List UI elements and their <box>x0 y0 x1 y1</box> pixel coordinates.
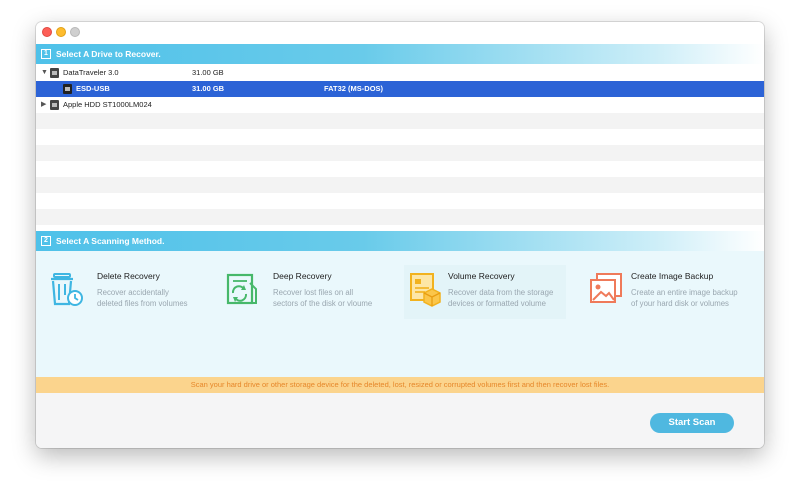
description-line: Create an entire image backup <box>631 288 738 297</box>
method-section-title: Select A Scanning Method. <box>56 236 165 246</box>
deep-recovery-option[interactable]: Deep Recovery Recover lost files on all … <box>220 265 390 319</box>
volume-box-icon <box>410 273 441 307</box>
volume-recovery-title: Volume Recovery <box>448 271 515 281</box>
drive-row-apple-hdd[interactable]: ▶ Apple HDD ST1000LM024 <box>36 97 764 113</box>
delete-recovery-option[interactable]: Delete Recovery Recover accidentally del… <box>42 265 212 319</box>
maximize-window-button[interactable] <box>70 27 80 37</box>
title-bar <box>36 22 764 42</box>
empty-row <box>36 193 764 209</box>
volume-size: 31.00 GB <box>192 84 225 93</box>
empty-row <box>36 113 764 129</box>
drive-row-esd-usb[interactable]: ESD-USB 31.00 GB FAT32 (MS-DOS) <box>36 81 764 97</box>
deep-recovery-description: Recover lost files on all sectors of the… <box>273 287 372 309</box>
start-scan-button[interactable]: Start Scan <box>650 413 734 433</box>
drive-row-datatraveler[interactable]: ▼ DataTraveler 3.0 31.00 GB <box>36 65 764 81</box>
empty-row <box>36 177 764 193</box>
footer-bar: Start Scan <box>36 393 764 448</box>
close-window-button[interactable] <box>42 27 52 37</box>
scan-notice-banner: Scan your hard drive or other storage de… <box>36 377 764 393</box>
create-image-backup-description: Create an entire image backup of your ha… <box>631 287 738 309</box>
volume-name: ESD-USB <box>76 84 110 93</box>
empty-row <box>36 209 764 225</box>
description-line: Recover data from the storage <box>448 288 554 297</box>
description-line: sectors of the disk or vloume <box>273 299 373 308</box>
create-image-backup-option[interactable]: Create Image Backup Create an entire ima… <box>584 265 760 319</box>
description-line: Recover accidentally <box>97 288 169 297</box>
drive-size: 31.00 GB <box>192 68 224 77</box>
description-line: deleted files from volumes <box>97 299 188 308</box>
volume-filesystem: FAT32 (MS-DOS) <box>324 84 384 93</box>
drive-section-header: 1 Select A Drive to Recover. <box>36 44 764 64</box>
step-number-1: 1 <box>41 49 51 59</box>
drive-section-title: Select A Drive to Recover. <box>56 49 161 59</box>
description-line: devices or formatted volume <box>448 299 546 308</box>
empty-row <box>36 161 764 177</box>
document-recycle-icon <box>226 273 257 305</box>
expand-triangle-open-icon[interactable]: ▼ <box>41 65 48 81</box>
empty-row <box>36 145 764 161</box>
deep-recovery-title: Deep Recovery <box>273 271 332 281</box>
delete-recovery-title: Delete Recovery <box>97 271 160 281</box>
description-line: of your hard disk or volumes <box>631 299 729 308</box>
app-window: 1 Select A Drive to Recover. ▼ DataTrave… <box>36 22 764 448</box>
expand-triangle-closed-icon[interactable]: ▶ <box>41 97 46 113</box>
volume-recovery-description: Recover data from the storage devices or… <box>448 287 553 309</box>
drive-name: DataTraveler 3.0 <box>63 68 119 77</box>
delete-recovery-description: Recover accidentally deleted files from … <box>97 287 188 309</box>
trash-clock-icon <box>51 273 83 306</box>
scan-methods-panel: Delete Recovery Recover accidentally del… <box>36 251 764 377</box>
hard-drive-icon <box>50 100 59 110</box>
step-number-2: 2 <box>41 236 51 246</box>
volume-icon <box>63 84 72 94</box>
minimize-window-button[interactable] <box>56 27 66 37</box>
description-line: Recover lost files on all <box>273 288 354 297</box>
drive-list: ▼ DataTraveler 3.0 31.00 GB ESD-USB 31.0… <box>36 65 764 231</box>
empty-row <box>36 129 764 145</box>
method-section-header: 2 Select A Scanning Method. <box>36 231 764 251</box>
drive-name: Apple HDD ST1000LM024 <box>63 100 152 109</box>
create-image-backup-title: Create Image Backup <box>631 271 714 281</box>
volume-recovery-option[interactable]: Volume Recovery Recover data from the st… <box>404 265 566 319</box>
image-backup-icon <box>590 273 622 303</box>
usb-drive-icon <box>50 68 59 78</box>
